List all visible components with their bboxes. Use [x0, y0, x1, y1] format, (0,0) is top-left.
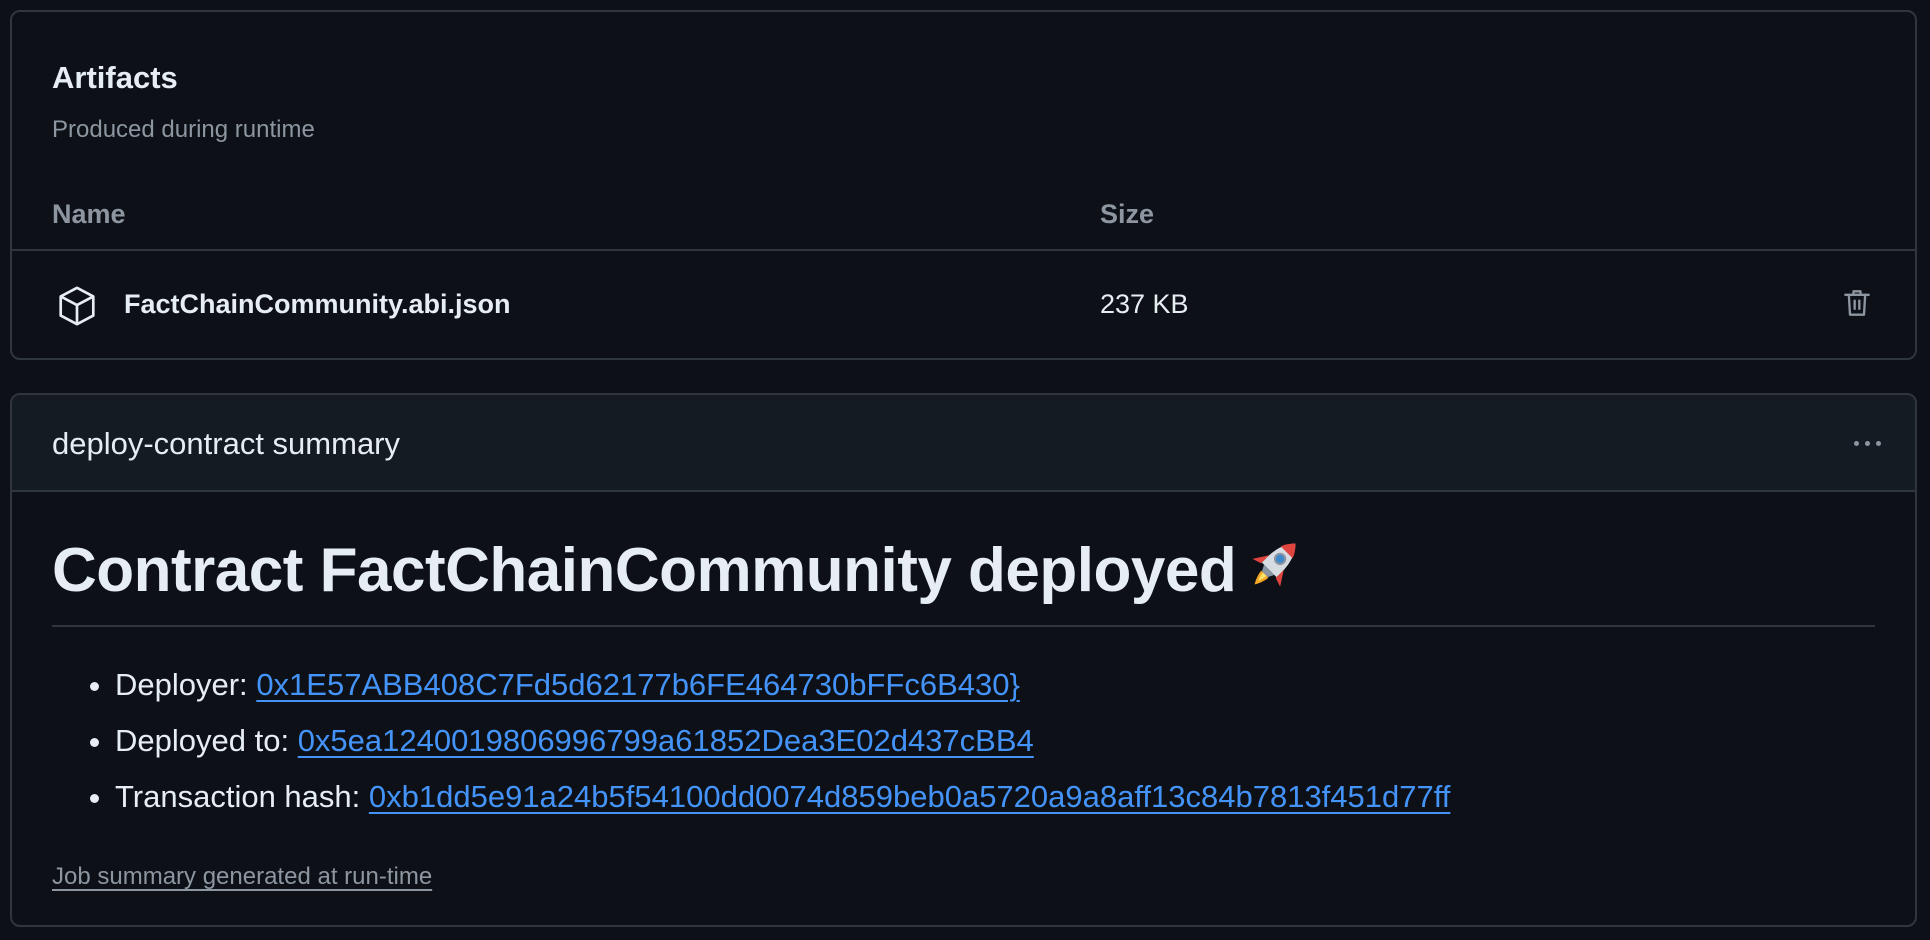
column-header-name: Name [52, 199, 126, 229]
deployed-to-label: Deployed to: [115, 723, 290, 758]
artifacts-panel: Artifacts Produced during runtime Name S… [10, 10, 1917, 360]
artifacts-subtitle: Produced during runtime [52, 116, 315, 143]
deploy-heading: Contract FactChainCommunity deployed [52, 531, 1308, 612]
transaction-hash-link[interactable]: 0xb1dd5e91a24b5f54100dd0074d859beb0a5720… [369, 779, 1451, 814]
transaction-hash-label: Transaction hash: [115, 779, 361, 814]
artifact-name-link[interactable]: FactChainCommunity.abi.json [124, 289, 511, 320]
list-item: Transaction hash: 0xb1dd5e91a24b5f54100d… [52, 769, 1450, 825]
list-item: Deployer: 0x1E57ABB408C7Fd5d62177b6FE464… [52, 657, 1450, 713]
deployment-info-list: Deployer: 0x1E57ABB408C7Fd5d62177b6FE464… [52, 657, 1450, 825]
table-row: FactChainCommunity.abi.json 237 KB [12, 251, 1915, 358]
list-item: Deployed to: 0x5ea1240019806996799a61852… [52, 713, 1450, 769]
heading-divider [52, 625, 1875, 627]
rocket-icon [1242, 531, 1308, 612]
kebab-horizontal-icon[interactable] [1847, 425, 1887, 461]
deployer-label: Deployer: [115, 667, 248, 702]
summary-title: deploy-contract summary [52, 426, 401, 461]
artifacts-title: Artifacts [52, 60, 178, 95]
summary-panel: deploy-contract summary Contract FactCha… [10, 393, 1917, 927]
artifact-size: 237 KB [1100, 289, 1189, 319]
deployer-address-link[interactable]: 0x1E57ABB408C7Fd5d62177b6FE464730bFFc6B4… [256, 667, 1020, 702]
contract-address-link[interactable]: 0x5ea1240019806996799a61852Dea3E02d437cB… [298, 723, 1034, 758]
summary-header: deploy-contract summary [12, 395, 1915, 492]
trash-icon[interactable] [1837, 281, 1877, 325]
column-header-size: Size [1100, 199, 1155, 229]
deploy-heading-text: Contract FactChainCommunity deployed [52, 536, 1237, 605]
job-summary-note-link[interactable]: Job summary generated at run-time [52, 863, 432, 891]
package-icon [54, 283, 100, 329]
